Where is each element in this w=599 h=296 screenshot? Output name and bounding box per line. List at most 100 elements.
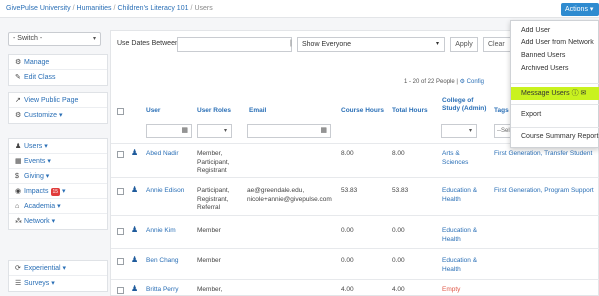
breadcrumb-class[interactable]: Children's Literacy 101 bbox=[118, 5, 189, 12]
course-hours: 0.00 bbox=[341, 227, 354, 234]
college-link[interactable]: Education & Health bbox=[442, 227, 482, 244]
course-hours: 0.00 bbox=[341, 257, 354, 264]
external-link-icon: ↗ bbox=[15, 97, 21, 104]
sidebar: - Switch - ▾ ⚙ Manage ✎ Edit Class ↗ View P… bbox=[0, 18, 108, 296]
refresh-icon: ⟳ bbox=[15, 265, 21, 272]
sidebar-item-users[interactable]: ♟ Users ▾ bbox=[9, 139, 107, 154]
date-range-input[interactable] bbox=[177, 37, 292, 52]
col-header-email[interactable]: Email bbox=[249, 107, 266, 115]
chevron-down-icon: ▾ bbox=[223, 128, 227, 134]
user-name-link[interactable]: Abed Nadir bbox=[146, 150, 179, 159]
config-link[interactable]: ⚙ Config bbox=[460, 79, 484, 85]
sidebar-item-surveys[interactable]: ☰ Surveys ▾ bbox=[9, 276, 107, 291]
list-icon: ☰ bbox=[15, 280, 22, 287]
col-header-course-hours[interactable]: Course Hours bbox=[341, 107, 384, 115]
user-icon: ♟ bbox=[131, 255, 139, 264]
roles-filter-select[interactable]: ▾ bbox=[197, 124, 232, 138]
user-roles: Member, Participant, Registrant bbox=[197, 150, 230, 174]
col-header-tags[interactable]: Tags bbox=[494, 107, 509, 115]
use-dates-label: Use Dates Between bbox=[117, 40, 179, 47]
user-icon: ♟ bbox=[131, 148, 139, 157]
user-name-link[interactable]: Annie Kim bbox=[146, 227, 176, 236]
sidebar-item-customize[interactable]: ⚙ Customize ▾ bbox=[9, 108, 107, 123]
total-hours: 0.00 bbox=[392, 257, 405, 264]
breadcrumb-current: Users bbox=[194, 5, 213, 12]
breadcrumb-humanities[interactable]: Humanities bbox=[77, 5, 112, 12]
filter-icon: ▦ bbox=[181, 127, 188, 134]
col-header-roles[interactable]: User Roles bbox=[197, 107, 231, 115]
total-hours: 4.00 bbox=[392, 286, 405, 293]
gear-icon: ⚙ bbox=[15, 59, 22, 66]
row-checkbox[interactable] bbox=[117, 287, 124, 294]
pagination-count: 1 - 20 of 22 People | ⚙ Config bbox=[404, 79, 485, 85]
calendar-icon: ▦ bbox=[15, 158, 22, 165]
pencil-icon: ✎ bbox=[15, 74, 21, 81]
sidebar-item-academia[interactable]: ⌂ Academia ▾ bbox=[9, 199, 107, 214]
switch-label: - Switch - bbox=[13, 35, 43, 42]
col-header-total-hours[interactable]: Total Hours bbox=[392, 107, 428, 115]
breadcrumb-university[interactable]: GivePulse University bbox=[6, 5, 71, 12]
row-checkbox[interactable] bbox=[117, 188, 124, 195]
college-link[interactable]: Education & Health bbox=[442, 257, 482, 274]
sidebar-item-view-public-page[interactable]: ↗ View Public Page bbox=[9, 93, 107, 108]
row-checkbox[interactable] bbox=[117, 228, 124, 235]
sidebar-group-manage: ⚙ Manage ✎ Edit Class bbox=[8, 54, 108, 86]
impact-icon: ◉ bbox=[15, 188, 22, 195]
col-header-college[interactable]: College of Study (Admin) bbox=[442, 97, 492, 113]
user-roles: Member bbox=[197, 227, 221, 234]
dollar-icon: $ bbox=[15, 173, 19, 180]
email-filter-input[interactable]: ▦ bbox=[247, 124, 331, 138]
college-empty-label: Empty bbox=[442, 286, 461, 293]
user-icon: ♟ bbox=[131, 284, 139, 293]
college-link[interactable]: Education & Health bbox=[442, 187, 482, 204]
row-checkbox[interactable] bbox=[117, 258, 124, 265]
course-hours: 8.00 bbox=[341, 150, 354, 157]
tags-link[interactable]: First Generation, Program Support bbox=[494, 187, 594, 196]
sidebar-item-manage[interactable]: ⚙ Manage bbox=[9, 55, 107, 70]
apply-button[interactable]: Apply bbox=[450, 37, 478, 52]
menu-item-message-users[interactable]: Message Users ⓘ ✉ bbox=[511, 87, 599, 100]
sidebar-item-impacts[interactable]: ◉ Impacts 15 ▾ bbox=[9, 184, 107, 199]
sidebar-item-network[interactable]: ⁂ Network ▾ bbox=[9, 214, 107, 229]
user-filter-input[interactable]: ▦ bbox=[146, 124, 192, 138]
user-roles: Member, bbox=[197, 286, 223, 293]
sidebar-item-edit-class[interactable]: ✎ Edit Class bbox=[9, 70, 107, 85]
graduation-cap-icon: ⌂ bbox=[15, 203, 20, 210]
menu-item-archived-users[interactable]: Archived Users bbox=[511, 65, 599, 72]
chevron-down-icon: ▾ bbox=[435, 41, 439, 47]
message-icons: ⓘ ✉ bbox=[571, 90, 587, 97]
menu-item-export[interactable]: Export bbox=[511, 111, 599, 118]
menu-item-course-summary-report[interactable]: Course Summary Report bbox=[511, 133, 599, 140]
filter-icon: ▦ bbox=[320, 127, 327, 134]
impacts-count-badge: 15 bbox=[50, 188, 61, 196]
show-everyone-select[interactable]: Show Everyone ▾ bbox=[297, 37, 445, 52]
sidebar-group-extra: ⟳ Experiential ▾ ☰ Surveys ▾ bbox=[8, 260, 108, 292]
college-link[interactable]: Arts & Sciences bbox=[442, 150, 482, 167]
sidebar-item-events[interactable]: ▦ Events ▾ bbox=[9, 154, 107, 169]
tags-link[interactable]: First Generation, Transfer Student bbox=[494, 150, 592, 159]
course-hours: 53.83 bbox=[341, 187, 358, 194]
user-icon: ♟ bbox=[15, 143, 22, 150]
sidebar-item-giving[interactable]: $ Giving ▾ bbox=[9, 169, 107, 184]
menu-item-banned-users[interactable]: Banned Users bbox=[511, 52, 599, 59]
actions-button[interactable]: Actions ▾ bbox=[561, 3, 599, 16]
user-icon: ♟ bbox=[131, 185, 139, 194]
switch-select[interactable]: - Switch - ▾ bbox=[8, 32, 101, 46]
select-all-checkbox[interactable] bbox=[117, 108, 124, 115]
chevron-down-icon: ▾ bbox=[92, 36, 96, 42]
sidebar-item-experiential[interactable]: ⟳ Experiential ▾ bbox=[9, 261, 107, 276]
sidebar-group-modules: ♟ Users ▾ ▦ Events ▾ $ Giving ▾ ◉ Impacts 15 … bbox=[8, 138, 108, 230]
user-name-link[interactable]: Ben Chang bbox=[146, 257, 179, 266]
menu-item-add-user[interactable]: Add User bbox=[511, 27, 599, 34]
college-filter-select[interactable]: ▾ bbox=[441, 124, 477, 138]
menu-item-add-user-from-network[interactable]: Add User from Network bbox=[511, 39, 599, 46]
clear-button[interactable]: Clear bbox=[483, 37, 513, 52]
total-hours: 53.83 bbox=[392, 187, 409, 194]
user-name-link[interactable]: Annie Edison bbox=[146, 187, 184, 196]
col-header-user[interactable]: User bbox=[146, 107, 160, 115]
user-email: ae@greendale.edu, nicole+annie@givepulse… bbox=[247, 187, 332, 203]
user-name-link[interactable]: Britta Perry bbox=[146, 286, 179, 295]
actions-dropdown-menu: Add User Add User from Network Banned Us… bbox=[510, 20, 599, 148]
top-bar: GivePulse University / Humanities / Children… bbox=[0, 0, 599, 18]
row-checkbox[interactable] bbox=[117, 151, 124, 158]
